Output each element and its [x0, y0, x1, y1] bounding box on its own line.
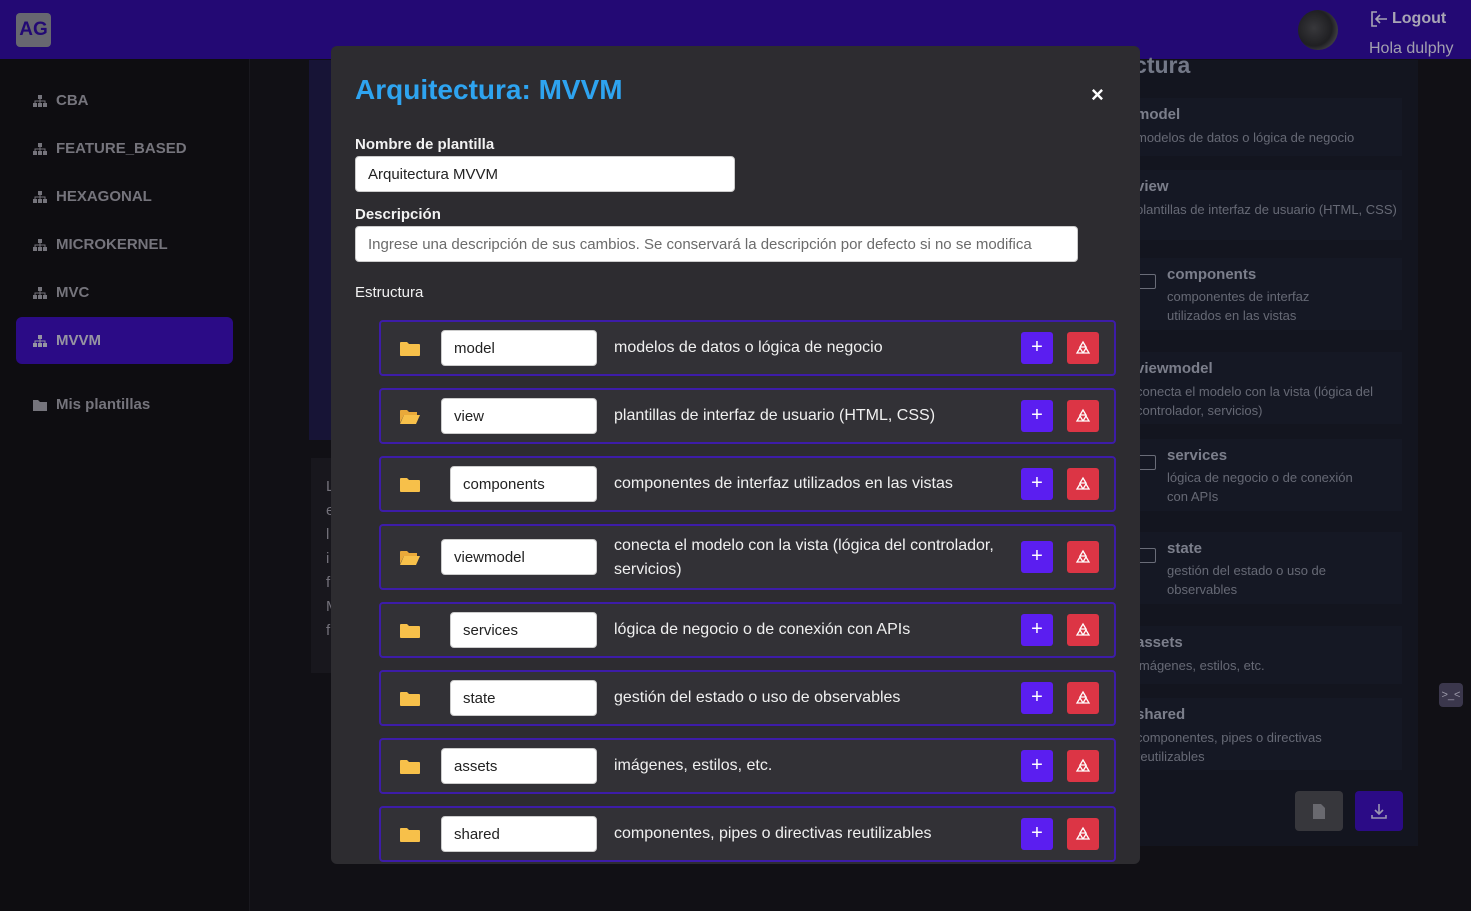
- recycle-icon: [1075, 826, 1091, 840]
- add-subfolder-button[interactable]: +: [1021, 818, 1053, 850]
- recycle-icon: [1075, 622, 1091, 636]
- add-subfolder-button[interactable]: +: [1021, 614, 1053, 646]
- close-button[interactable]: ×: [1091, 82, 1104, 108]
- delete-folder-button[interactable]: [1067, 614, 1099, 646]
- delete-folder-button[interactable]: [1067, 332, 1099, 364]
- structure-row: gestión del estado o uso de observables …: [379, 670, 1116, 726]
- folder-name-input[interactable]: [450, 680, 597, 716]
- modal-title: Arquitectura: MVVM: [355, 74, 623, 105]
- folder-description: conecta el modelo con la vista (lógica d…: [614, 537, 994, 578]
- description-label: Descripción: [355, 206, 441, 223]
- delete-folder-button[interactable]: [1067, 682, 1099, 714]
- folder-icon: [400, 478, 420, 492]
- recycle-icon: [1075, 690, 1091, 704]
- folder-description: plantillas de interfaz de usuario (HTML,…: [614, 407, 936, 424]
- folder-name-input[interactable]: [441, 539, 597, 575]
- structure-row: modelos de datos o lógica de negocio +: [379, 320, 1116, 376]
- delete-folder-button[interactable]: [1067, 468, 1099, 500]
- add-subfolder-button[interactable]: +: [1021, 332, 1053, 364]
- folder-description: gestión del estado o uso de observables: [614, 689, 901, 706]
- folder-name-input[interactable]: [450, 466, 597, 502]
- delete-folder-button[interactable]: [1067, 818, 1099, 850]
- recycle-icon: [1075, 549, 1091, 563]
- folder-name-input[interactable]: [450, 612, 597, 648]
- folder-icon: [400, 760, 420, 774]
- folder-description: imágenes, estilos, etc.: [614, 757, 773, 774]
- recycle-icon: [1075, 408, 1091, 422]
- folder-name-input[interactable]: [441, 748, 597, 784]
- folder-icon: [400, 692, 420, 706]
- recycle-icon: [1075, 340, 1091, 354]
- delete-folder-button[interactable]: [1067, 400, 1099, 432]
- structure-row: imágenes, estilos, etc. +: [379, 738, 1116, 794]
- folder-description: componentes de interfaz utilizados en la…: [614, 475, 953, 492]
- folder-name-input[interactable]: [441, 816, 597, 852]
- structure-label: Estructura: [355, 284, 424, 301]
- folder-description: componentes, pipes o directivas reutiliz…: [614, 825, 932, 842]
- add-subfolder-button[interactable]: +: [1021, 682, 1053, 714]
- add-subfolder-button[interactable]: +: [1021, 541, 1053, 573]
- structure-row: conecta el modelo con la vista (lógica d…: [379, 524, 1116, 590]
- description-input[interactable]: [355, 226, 1078, 262]
- folder-name-input[interactable]: [441, 330, 597, 366]
- template-name-input[interactable]: [355, 156, 735, 192]
- structure-row: plantillas de interfaz de usuario (HTML,…: [379, 388, 1116, 444]
- folder-name-input[interactable]: [441, 398, 597, 434]
- folder-description: lógica de negocio o de conexión con APIs: [614, 621, 911, 638]
- delete-folder-button[interactable]: [1067, 541, 1099, 573]
- folder-open-icon: [400, 551, 420, 565]
- recycle-icon: [1075, 758, 1091, 772]
- template-name-label: Nombre de plantilla: [355, 136, 495, 153]
- recycle-icon: [1075, 476, 1091, 490]
- add-subfolder-button[interactable]: +: [1021, 468, 1053, 500]
- add-subfolder-button[interactable]: +: [1021, 750, 1053, 782]
- structure-row: componentes de interfaz utilizados en la…: [379, 456, 1116, 512]
- folder-icon: [400, 828, 420, 842]
- folder-open-icon: [400, 410, 420, 424]
- folder-icon: [400, 342, 420, 356]
- add-subfolder-button[interactable]: +: [1021, 400, 1053, 432]
- edit-template-modal: Arquitectura: MVVM × Nombre de plantilla…: [331, 46, 1140, 864]
- folder-icon: [400, 624, 420, 638]
- delete-folder-button[interactable]: [1067, 750, 1099, 782]
- structure-row: componentes, pipes o directivas reutiliz…: [379, 806, 1116, 862]
- structure-row: lógica de negocio o de conexión con APIs…: [379, 602, 1116, 658]
- folder-description: modelos de datos o lógica de negocio: [614, 339, 883, 356]
